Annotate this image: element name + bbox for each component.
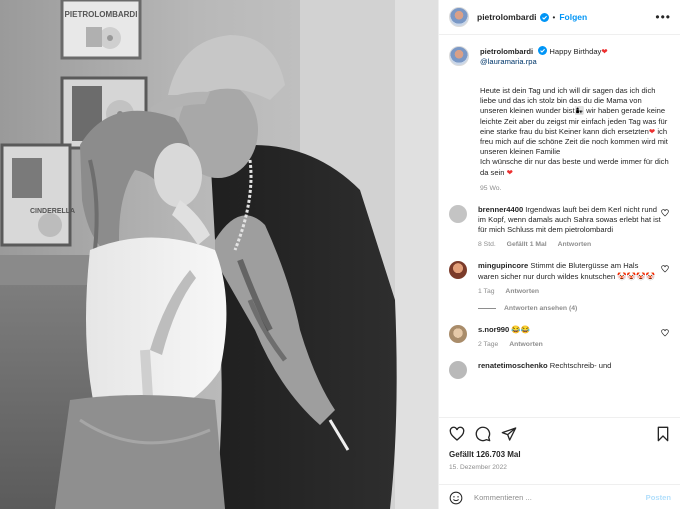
caption-mention[interactable]: @lauramaria.rpa (480, 57, 537, 66)
author-avatar[interactable] (449, 7, 469, 27)
action-icons-row (449, 418, 671, 450)
heart-emoji: ❤ (506, 167, 513, 177)
author-username[interactable]: pietrolombardi (477, 12, 537, 22)
comment-meta: 2 Tage Antworten (478, 341, 661, 348)
comment-text: renatetimoschenko Rechtschreib- und (478, 361, 671, 371)
comment-username[interactable]: s.nor990 (478, 325, 509, 334)
verified-badge-icon (538, 46, 548, 55)
comment-body: Rechtschreib- und (549, 361, 612, 371)
post-side-panel: pietrolombardi • Folgen ••• pietrolombar… (438, 0, 680, 509)
reply-button[interactable]: Antworten (558, 241, 592, 248)
comment-time[interactable]: 8 Std. (478, 241, 496, 248)
comment-username[interactable]: renatetimoschenko (478, 361, 548, 370)
comment-item: brenner4400 Irgendwas lauft bei dem Kerl… (449, 204, 671, 249)
framed-record-1: PIETROLOMBARDI (60, 0, 142, 60)
view-replies-button[interactable]: Antworten ansehen (4) (478, 305, 671, 312)
bookmark-icon[interactable] (655, 426, 671, 442)
commenter-avatar[interactable] (449, 261, 467, 280)
comment-icon[interactable] (475, 426, 491, 442)
comment-username[interactable]: brenner4400 (478, 205, 523, 214)
post-date[interactable]: 15. Dezember 2022 (449, 464, 671, 471)
post-photo[interactable]: PIETROLOMBARDI CINDERELLA (0, 0, 438, 509)
heart-icon[interactable] (449, 426, 465, 442)
comment-like-button[interactable] (661, 209, 671, 249)
svg-text:CINDERELLA: CINDERELLA (30, 208, 75, 215)
post-caption: pietrolombardi Happy Birthday❤ @lauramar… (449, 46, 671, 192)
share-icon[interactable] (501, 426, 517, 442)
comment-text: brenner4400 Irgendwas lauft bei dem Kerl… (478, 205, 661, 236)
add-comment-bar: Posten (439, 484, 680, 509)
caption-text: Heute ist dein Tag und ich will dir sage… (480, 86, 671, 178)
caption-header-line: pietrolombardi Happy Birthday❤ @lauramar… (480, 46, 671, 67)
comment-username[interactable]: mingupincore (478, 261, 528, 270)
family-emoji: 👩‍👧 (574, 106, 585, 116)
caption-avatar[interactable] (449, 46, 469, 66)
more-options-icon[interactable]: ••• (655, 10, 671, 24)
follow-button[interactable]: Folgen (559, 12, 587, 22)
post-actions: Gefällt 126.703 Mal 15. Dezember 2022 Po… (439, 417, 680, 509)
separator-dot: • (552, 12, 556, 22)
comment-text: mingupincore Stimmt die Blutergüsse am H… (478, 261, 661, 281)
reply-button[interactable]: Antworten (509, 341, 543, 348)
heart-icon (661, 209, 669, 217)
svg-text:PIETROLOMBARDI: PIETROLOMBARDI (65, 10, 138, 19)
comment-item: renatetimoschenko Rechtschreib- und (449, 361, 671, 380)
heart-emoji: ❤ (601, 47, 608, 56)
comment-time[interactable]: 1 Tag (478, 288, 495, 295)
comments-list[interactable]: pietrolombardi Happy Birthday❤ @lauramar… (439, 36, 680, 417)
emoji-icon[interactable] (449, 491, 463, 505)
caption-username[interactable]: pietrolombardi (480, 47, 533, 56)
heart-icon (661, 329, 669, 337)
comment-meta: 1 Tag Antworten (478, 288, 661, 295)
comment-meta: 8 Std. Gefällt 1 Mal Antworten (478, 241, 661, 248)
photo-illustration: PIETROLOMBARDI CINDERELLA (0, 0, 438, 509)
framed-record-3: CINDERELLA (0, 143, 75, 247)
commenter-avatar[interactable] (449, 204, 467, 223)
reply-button[interactable]: Antworten (505, 288, 539, 295)
comment-like-button[interactable] (661, 329, 671, 348)
replies-divider (478, 307, 496, 309)
comment-like-button[interactable] (661, 265, 671, 294)
comment-likes[interactable]: Gefällt 1 Mal (507, 241, 547, 248)
comment-item: mingupincore Stimmt die Blutergüsse am H… (449, 261, 671, 295)
like-count[interactable]: Gefällt 126.703 Mal (449, 450, 671, 459)
caption-greeting: Happy Birthday (549, 47, 602, 56)
post-comment-button[interactable]: Posten (646, 493, 671, 502)
heart-icon (661, 265, 669, 273)
comment-text: s.nor990 😂😂 (478, 325, 661, 335)
comment-item: s.nor990 😂😂 2 Tage Antworten (449, 324, 671, 348)
comment-time[interactable]: 2 Tage (478, 341, 498, 348)
caption-time-ago[interactable]: 95 Wo. (480, 185, 671, 192)
commenter-avatar[interactable] (449, 324, 467, 343)
verified-badge-icon (539, 12, 549, 22)
comment-body: 😂😂 (511, 324, 531, 334)
commenter-avatar[interactable] (449, 361, 467, 380)
comment-input[interactable] (474, 493, 646, 502)
view-replies-label[interactable]: Antworten ansehen (4) (504, 305, 577, 312)
post-header: pietrolombardi • Folgen ••• (439, 0, 680, 35)
